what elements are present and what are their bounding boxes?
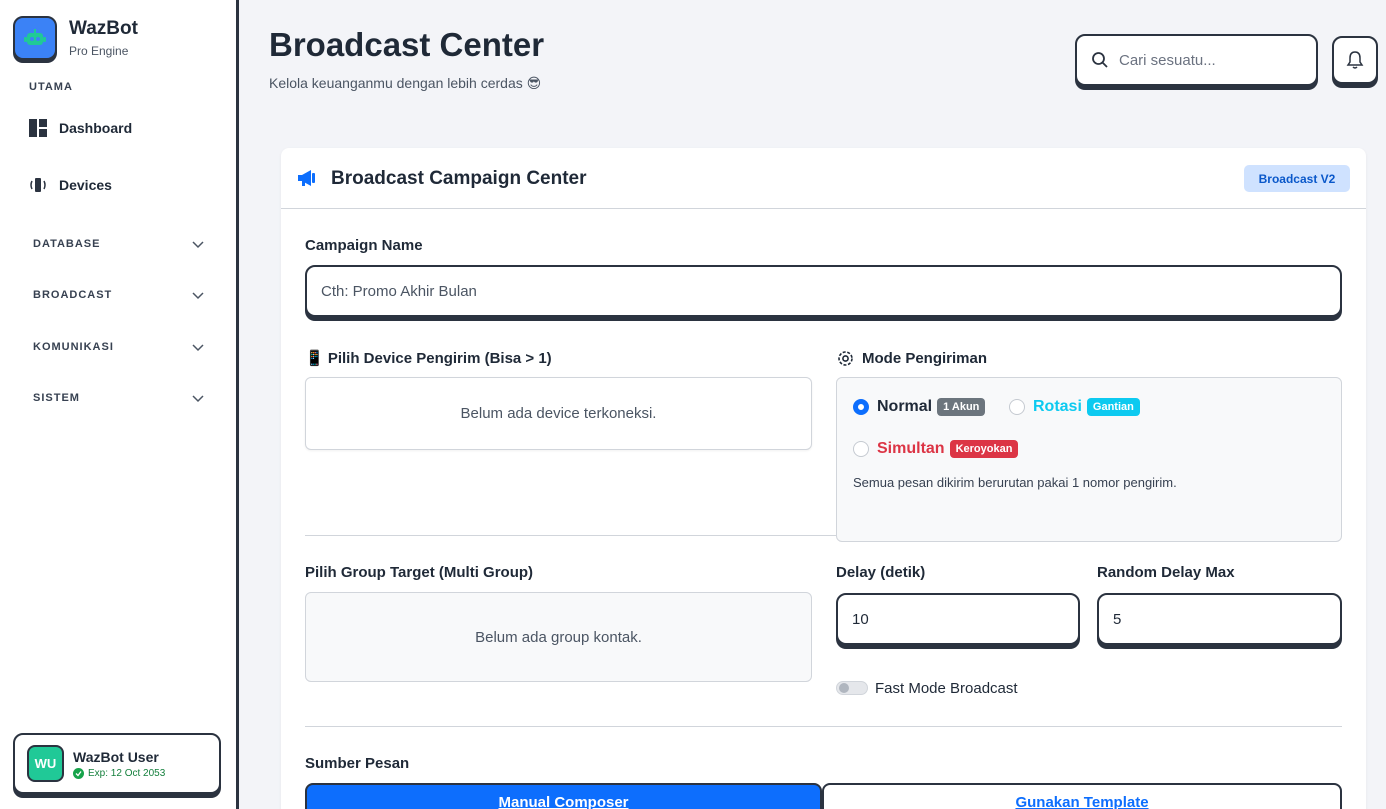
chevron-down-icon xyxy=(192,395,204,403)
mode-label-text: Mode Pengiriman xyxy=(862,350,988,367)
gear-icon xyxy=(838,351,853,366)
user-expiry: Exp: 12 Oct 2053 xyxy=(73,767,166,779)
sidebar-item-label: Devices xyxy=(59,177,112,193)
radio-selected-icon xyxy=(853,399,869,415)
user-card[interactable]: WU WazBot User Exp: 12 Oct 2053 xyxy=(13,733,221,794)
mode-label: Mode Pengiriman xyxy=(836,349,987,368)
radio-unselected-icon xyxy=(1009,399,1025,415)
campaign-name-label: Campaign Name xyxy=(305,237,423,254)
sidebar-group-komunikasi[interactable]: KOMUNIKASI xyxy=(33,340,205,354)
sidebar-group-database[interactable]: DATABASE xyxy=(33,237,205,251)
devices-icon xyxy=(29,176,47,194)
sidebar-item-label: Dashboard xyxy=(59,120,133,136)
section-label-utama: UTAMA xyxy=(29,81,73,93)
mode-radio-normal[interactable]: Normal 1 Akun xyxy=(853,398,986,416)
mode-normal-label: Normal xyxy=(877,398,933,415)
mode-simultan-label: Simultan xyxy=(877,440,945,457)
sidebar-group-label: KOMUNIKASI xyxy=(33,341,114,353)
sidebar-group-label: SISTEM xyxy=(33,392,80,404)
radio-unselected-icon xyxy=(853,441,869,457)
delay-input[interactable] xyxy=(852,610,1078,628)
chevron-down-icon xyxy=(192,344,204,352)
random-delay-label: Random Delay Max xyxy=(1097,564,1235,581)
user-expiry-text: Exp: 12 Oct 2053 xyxy=(88,767,166,779)
chevron-down-icon xyxy=(192,292,204,300)
sidebar-group-broadcast[interactable]: BROADCAST xyxy=(33,288,205,302)
mode-radio-rotasi[interactable]: Rotasi Gantian xyxy=(1009,398,1140,416)
campaign-name-input[interactable] xyxy=(321,282,1340,300)
mode-description: Semua pesan dikirim berurutan pakai 1 no… xyxy=(853,475,1177,490)
sidebar: WazBot Pro Engine UTAMA Dashboard Device… xyxy=(0,0,239,809)
toggle-knob xyxy=(839,683,849,693)
sidebar-group-label: BROADCAST xyxy=(33,289,113,301)
message-source-label: Sumber Pesan xyxy=(305,755,410,772)
sidebar-item-dashboard[interactable]: Dashboard xyxy=(29,119,132,137)
device-label: 📱 Pilih Device Pengirim (Bisa > 1) xyxy=(305,350,552,367)
search-icon xyxy=(1092,52,1108,68)
group-target-label: Pilih Group Target (Multi Group) xyxy=(305,564,534,581)
app-subtitle: Pro Engine xyxy=(69,44,129,58)
device-list-empty: Belum ada device terkoneksi. xyxy=(305,377,812,450)
brand[interactable]: WazBot Pro Engine xyxy=(13,16,138,60)
campaign-name-field[interactable] xyxy=(305,265,1342,317)
delay-field[interactable] xyxy=(836,593,1080,645)
mode-rotasi-pill: Gantian xyxy=(1086,398,1140,416)
card-title: Broadcast Campaign Center xyxy=(331,168,587,189)
fast-mode-toggle[interactable] xyxy=(836,681,868,695)
tab-use-template[interactable]: Gunakan Template xyxy=(822,783,1342,809)
sidebar-group-label: DATABASE xyxy=(33,238,101,250)
divider xyxy=(305,726,1342,727)
notification-button[interactable] xyxy=(1332,36,1378,84)
page-title: Broadcast Center xyxy=(269,26,545,63)
page-subtitle: Kelola keuanganmu dengan lebih cerdas 😎 xyxy=(269,75,542,91)
group-list-empty: Belum ada group kontak. xyxy=(305,592,812,682)
tab-manual-composer[interactable]: Manual Composer xyxy=(305,783,822,809)
divider xyxy=(305,535,836,536)
dashboard-icon xyxy=(29,119,47,137)
user-name: WazBot User xyxy=(73,748,159,765)
app-name: WazBot xyxy=(69,18,138,39)
mode-options-panel: Normal 1 Akun Rotasi Gantian Simultan Ke… xyxy=(836,377,1342,542)
fast-mode-label: Fast Mode Broadcast xyxy=(875,680,1018,697)
broadcast-campaign-card: Broadcast Campaign Center Broadcast V2 C… xyxy=(281,148,1366,809)
mode-rotasi-label: Rotasi xyxy=(1033,398,1082,415)
version-badge: Broadcast V2 xyxy=(1244,165,1350,192)
delay-label: Delay (detik) xyxy=(836,564,926,581)
mode-radio-simultan[interactable]: Simultan Keroyokan xyxy=(853,440,1019,458)
chevron-down-icon xyxy=(192,241,204,249)
avatar: WU xyxy=(27,745,64,782)
sidebar-item-devices[interactable]: Devices xyxy=(29,176,112,194)
mode-simultan-pill: Keroyokan xyxy=(949,440,1019,458)
random-delay-field[interactable] xyxy=(1097,593,1342,645)
search-input[interactable] xyxy=(1119,51,1299,69)
sidebar-group-sistem[interactable]: SISTEM xyxy=(33,391,205,405)
random-delay-input[interactable] xyxy=(1113,610,1340,628)
mode-normal-pill: 1 Akun xyxy=(937,398,986,416)
robot-logo-icon xyxy=(13,16,57,60)
megaphone-icon xyxy=(297,169,318,192)
card-header: Broadcast Campaign Center Broadcast V2 xyxy=(281,148,1366,209)
bell-icon xyxy=(1346,51,1364,69)
check-circle-icon xyxy=(73,767,84,779)
search-box[interactable] xyxy=(1075,34,1318,86)
